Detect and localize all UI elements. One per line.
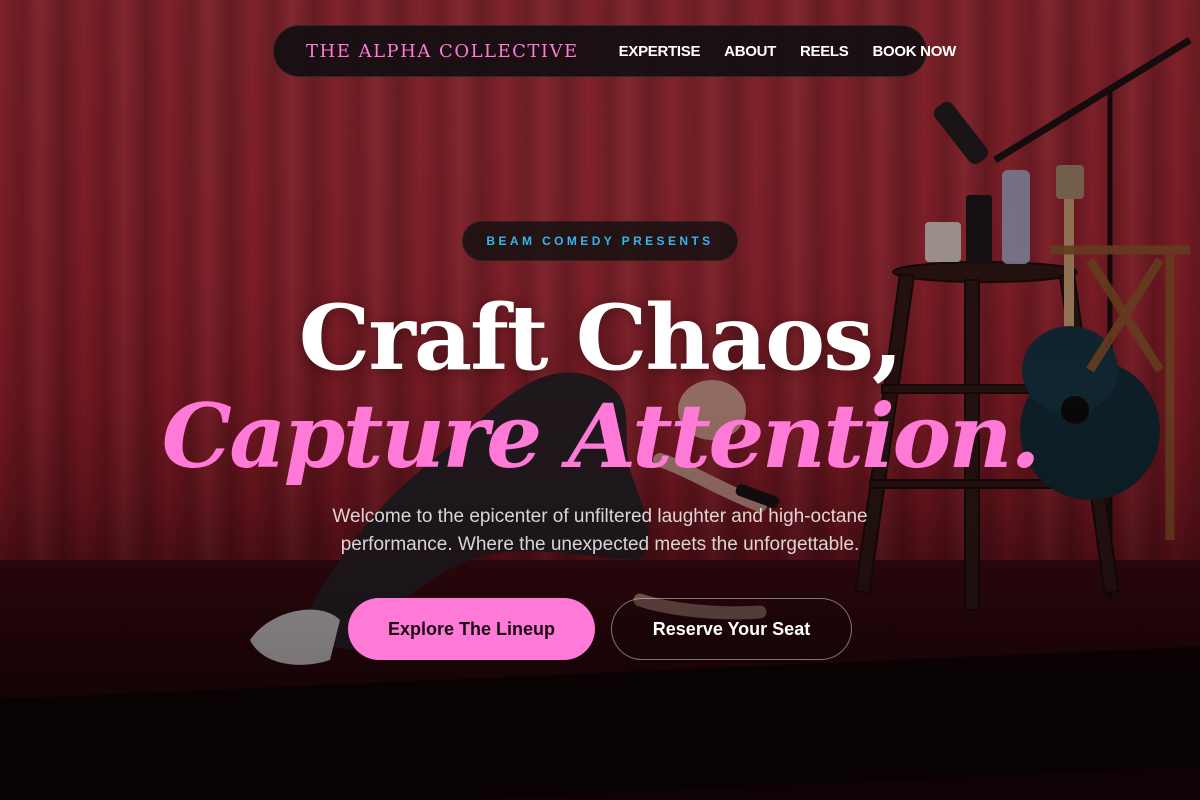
nav-link-expertise[interactable]: EXPERTISE [619,43,701,60]
nav-link-book-now[interactable]: BOOK NOW [873,43,957,60]
top-navigation: THE ALPHA COLLECTIVE EXPERTISE ABOUT REE… [273,25,956,77]
headline-line-1: Craft Chaos, [298,285,903,391]
nav-link-about[interactable]: ABOUT [724,43,776,60]
nav-link-reels[interactable]: REELS [800,43,849,60]
eyebrow-badge: BEAM COMEDY PRESENTS [462,221,738,261]
hero-section: THE ALPHA COLLECTIVE EXPERTISE ABOUT REE… [0,0,1200,800]
hero-subtext: Welcome to the epicenter of unfiltered l… [332,506,868,555]
explore-lineup-button[interactable]: Explore The Lineup [348,598,595,660]
headline-line-2: Capture Attention. [161,384,1041,488]
reserve-seat-button[interactable]: Reserve Your Seat [611,598,852,660]
nav-links: EXPERTISE ABOUT REELS BOOK NOW [619,43,957,60]
brand-logo-text[interactable]: THE ALPHA COLLECTIVE [306,41,579,62]
